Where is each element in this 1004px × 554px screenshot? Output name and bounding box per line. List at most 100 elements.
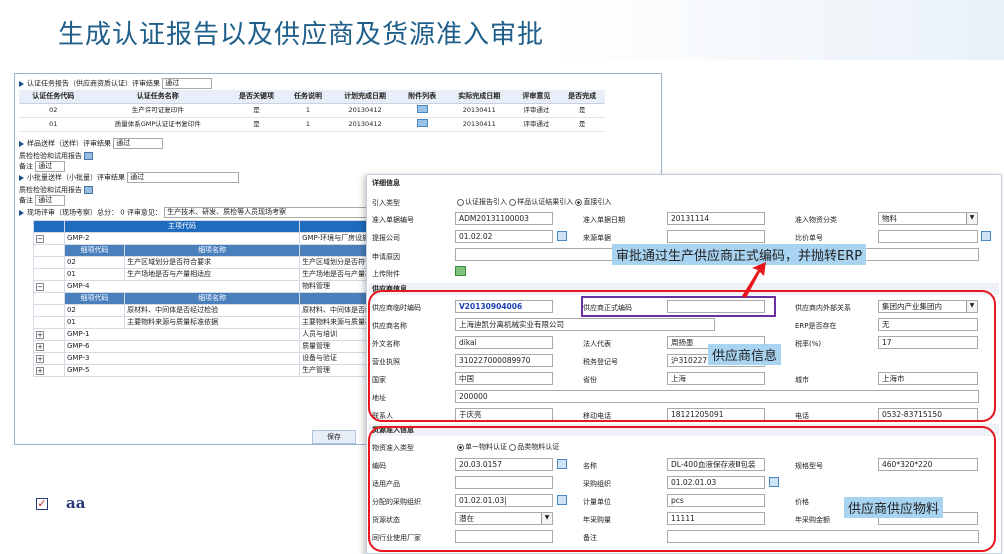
gmp-code: GMP-6 <box>63 340 301 353</box>
task-cell: 02 <box>19 103 88 118</box>
task-col-header: 是否关键项 <box>228 90 286 104</box>
task-cell: 01 <box>19 117 88 132</box>
task-report-row: 认证任务报告（供应商资质认证）评审结果 通过 <box>19 78 213 89</box>
save-button[interactable]: 保存 <box>312 430 356 444</box>
qc-report-label-2: 质检检验和试用报告 <box>19 186 82 194</box>
expand-toggle[interactable]: + <box>33 328 65 341</box>
plus-icon[interactable]: + <box>36 330 44 339</box>
radio-direct[interactable] <box>575 198 583 206</box>
sample-row: 样品送样（送样）评审结果 通过 <box>19 138 164 149</box>
table-row: 01 质量体系GMP认证证书复印件是 1 20130412 20130411 评审通过是 <box>19 117 605 132</box>
task-report-result[interactable]: 通过 <box>162 78 213 89</box>
expand-triangle-icon[interactable] <box>19 209 24 216</box>
apply-no-label: 准入单据编号 <box>372 216 414 224</box>
qc-report-row: 质检检验和试用报告 <box>19 151 94 161</box>
sub-col-header: 细项名称 <box>124 244 301 257</box>
task-cell: 评审通过 <box>513 103 560 118</box>
task-cell: 20130412 <box>330 117 400 132</box>
sub-cell: 01 <box>63 316 126 329</box>
table-row: 02 生产许可证复印件是 1 20130412 20130411 评审通过是 <box>19 103 605 118</box>
task-cell: 20130411 <box>445 117 514 132</box>
task-col-header: 实际完成日期 <box>445 90 514 104</box>
expand-toggle[interactable]: + <box>33 340 65 353</box>
plus-icon[interactable]: + <box>36 342 44 351</box>
mail-icon[interactable] <box>416 119 428 127</box>
bullet-text: aa <box>66 494 86 512</box>
task-col-header: 计划完成日期 <box>330 90 400 104</box>
site-review-opinion[interactable]: 生产技术、研发、质检等人员现场考察 <box>164 207 375 218</box>
sample-result[interactable]: 通过 <box>113 138 164 149</box>
org-field[interactable]: 01.02.02 <box>455 230 553 243</box>
radio-sample[interactable] <box>509 198 517 206</box>
radio-sample-label: 样品认证结果引入 <box>517 198 574 206</box>
sub-spacer <box>33 256 65 269</box>
expand-triangle-icon[interactable] <box>19 140 24 147</box>
edit-icon[interactable] <box>84 152 94 160</box>
lookup-icon[interactable] <box>557 231 567 241</box>
small-batch-row: 小批量送样（小批量）评审结果 通过 <box>19 172 240 183</box>
radio-cert[interactable] <box>457 198 464 206</box>
note-input-2[interactable]: 通过 <box>35 195 66 206</box>
task-col-header: 认证任务名称 <box>87 90 228 104</box>
task-cell: 20130411 <box>445 103 514 118</box>
gmp-code: GMP-2 <box>63 232 301 245</box>
sub-spacer <box>33 244 65 257</box>
task-col-header: 认证任务代码 <box>19 90 88 104</box>
chevron-down-icon: ▼ <box>966 213 977 224</box>
expand-triangle-icon[interactable] <box>19 174 24 181</box>
task-cell: 质量体系GMP认证证书复印件 <box>87 117 228 132</box>
task-cell: 1 <box>285 103 331 118</box>
task-col-header: 任务说明 <box>285 90 331 104</box>
category-select[interactable]: 物料 ▼ <box>878 212 978 225</box>
edit-icon[interactable] <box>84 186 94 194</box>
note-label: 备注 <box>19 162 33 171</box>
sub-spacer <box>33 292 65 305</box>
expand-toggle[interactable]: + <box>33 364 65 377</box>
sub-col-header: 细项代码 <box>63 244 126 257</box>
qc-report-row-2: 质检检验和试用报告 <box>19 185 94 195</box>
compare-label: 比价单号 <box>795 234 823 242</box>
sub-col-header: 细项名称 <box>124 292 301 305</box>
expand-triangle-icon[interactable] <box>19 80 24 87</box>
sub-cell: 01 <box>63 268 126 281</box>
task-cell: 20130412 <box>330 103 400 118</box>
collapse-toggle[interactable]: − <box>33 232 65 245</box>
task-cell: 评审通过 <box>513 117 560 132</box>
sub-cell: 主要物料来源与质量标准依据 <box>124 316 301 329</box>
small-batch-result[interactable]: 通过 <box>127 172 240 183</box>
note-input[interactable]: 通过 <box>35 161 66 172</box>
arrow-icon <box>742 262 766 298</box>
slide-title: 生成认证报告以及供应商及货源准入审批 <box>58 20 545 50</box>
radio-cert-label: 认证报告引入 <box>465 198 507 206</box>
plus-icon[interactable]: + <box>36 354 44 363</box>
callout-goods: 供应商供应物料 <box>844 497 944 518</box>
task-cell: 是 <box>228 103 286 118</box>
callout-supplier: 供应商信息 <box>708 344 782 365</box>
plus-icon[interactable]: + <box>36 366 44 375</box>
compare-field[interactable] <box>878 230 978 243</box>
expand-toggle[interactable]: + <box>33 352 65 365</box>
category-label: 准入物资分类 <box>795 216 837 224</box>
task-report-label: 认证任务报告（供应商资质认证）评审结果 <box>27 79 160 88</box>
apply-no-field[interactable]: ADM20131100003 <box>455 212 553 225</box>
sub-spacer <box>33 316 65 329</box>
task-table: 认证任务代码 认证任务名称 是否关键项 任务说明 计划完成日期 附件列表 实际完成日期 评审意… <box>19 90 605 132</box>
task-col-header: 是否完成 <box>559 90 605 104</box>
mail-icon[interactable] <box>416 105 428 113</box>
qc-report-label: 质检检验和试用报告 <box>19 152 82 160</box>
minus-icon[interactable]: − <box>36 234 44 243</box>
source-field[interactable] <box>667 230 765 243</box>
minus-icon[interactable]: − <box>36 282 44 291</box>
upload-icon[interactable] <box>455 266 466 276</box>
apply-date-label: 准入单据日期 <box>583 216 625 224</box>
collapse-toggle[interactable]: − <box>33 280 65 293</box>
sub-col-header: 细项代码 <box>63 292 126 305</box>
task-col-header: 附件列表 <box>399 90 446 104</box>
lookup-icon[interactable] <box>981 231 991 241</box>
gmp-col-header: 主项代码 <box>63 220 301 233</box>
checkbox-icon: ✓ <box>36 497 48 510</box>
site-review-label: 现场评审（现场考察）总分： 0 评审意见： <box>27 208 162 217</box>
note-label-2: 备注 <box>19 196 33 205</box>
radio-direct-label: 直接引入 <box>583 198 612 206</box>
apply-date-field[interactable]: 20131114 <box>667 212 765 225</box>
